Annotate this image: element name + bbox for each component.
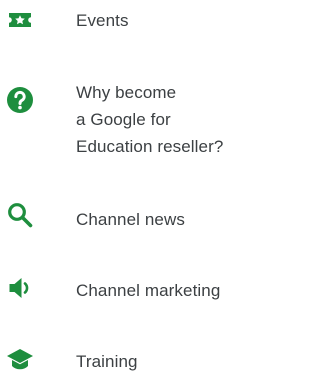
nav-label-training: Training — [76, 352, 138, 371]
help-circle-icon — [6, 86, 34, 114]
nav-label-events: Events — [76, 11, 129, 30]
star-ticket-icon — [6, 6, 34, 34]
volume-speaker-icon — [6, 274, 34, 302]
graduation-cap-icon — [6, 346, 34, 374]
nav-list: Events Why become a Google for Education… — [0, 0, 265, 372]
nav-label-why-become-reseller: Why become a Google for Education resell… — [76, 83, 224, 156]
nav-label-channel-news: Channel news — [76, 210, 185, 229]
nav-label-channel-marketing: Channel marketing — [76, 281, 221, 300]
search-icon — [6, 201, 34, 229]
